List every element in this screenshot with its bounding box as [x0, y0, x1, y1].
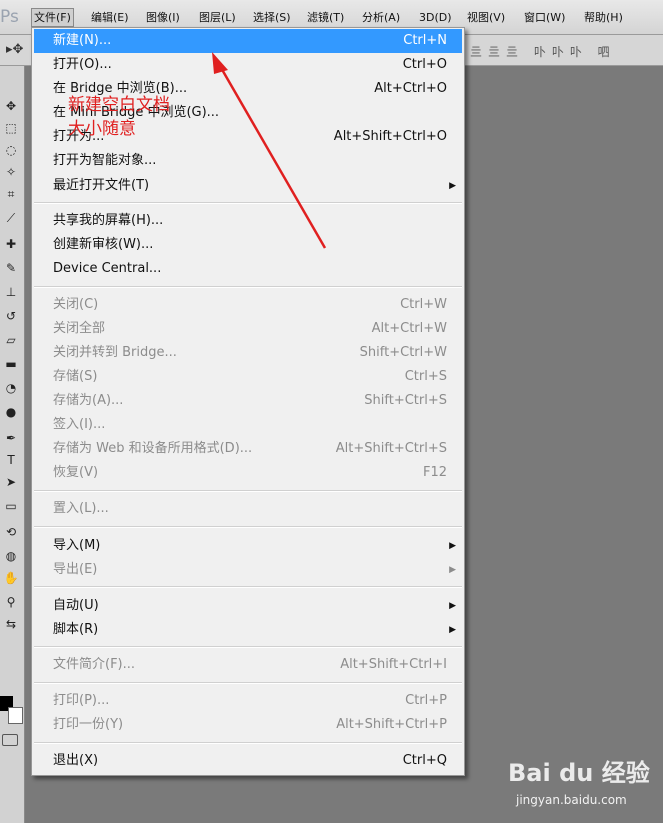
- baidu-watermark-url: jingyan.baidu.com: [516, 793, 627, 807]
- annotation-arrow-icon: [212, 52, 327, 249]
- baidu-watermark-logo: Bai du 经验: [508, 759, 650, 787]
